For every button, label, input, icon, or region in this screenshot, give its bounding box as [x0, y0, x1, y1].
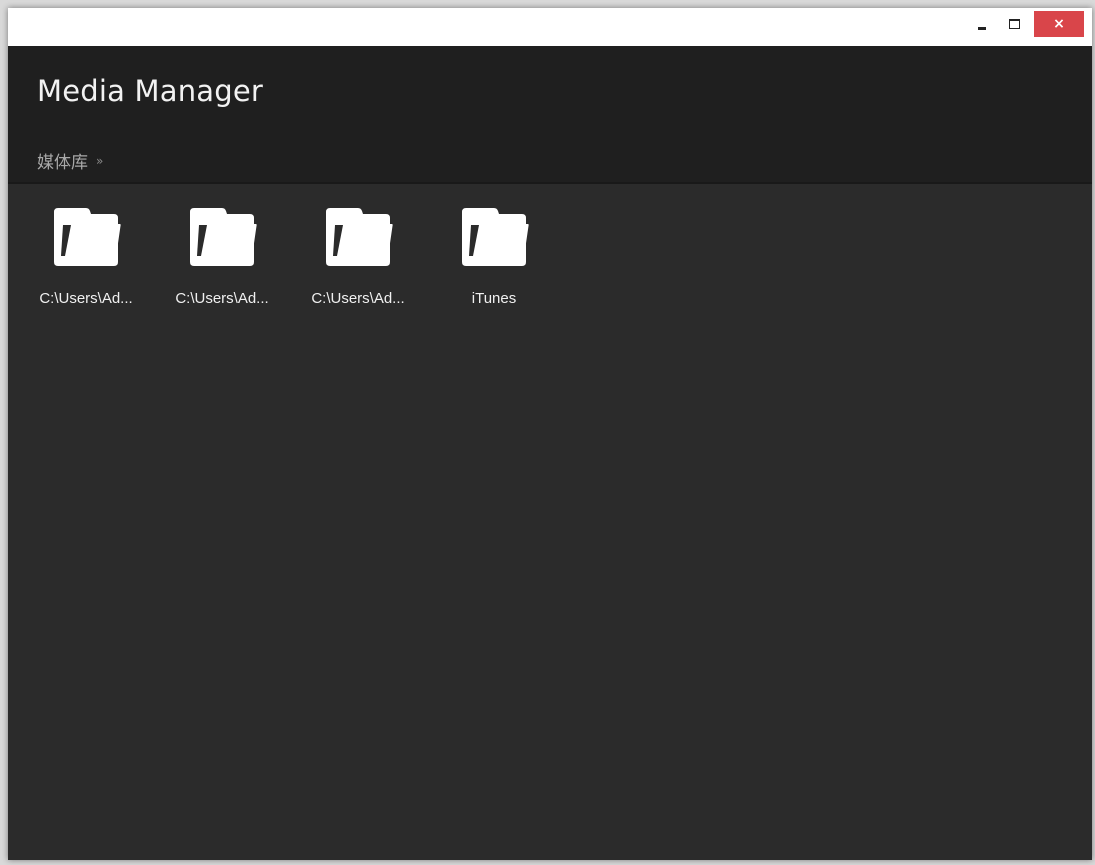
folder-label: C:\Users\Ad... [39, 290, 133, 307]
folder-tile-itunes[interactable]: iTunes [426, 206, 562, 307]
minimize-button[interactable] [966, 11, 998, 37]
folder-icon [54, 208, 121, 266]
maximize-icon [1008, 19, 1020, 29]
app-window: × Media Manager 媒体库 » C:\Users\Ad... C:\… [8, 8, 1092, 860]
folder-tile[interactable]: C:\Users\Ad... [290, 206, 426, 307]
folder-icon [462, 208, 529, 266]
folder-icon [190, 208, 257, 266]
page-title: Media Manager [37, 74, 264, 108]
breadcrumb: 媒体库 » [37, 148, 103, 173]
close-icon: × [1053, 16, 1065, 32]
close-button[interactable]: × [1034, 11, 1084, 37]
folder-label: iTunes [471, 290, 517, 307]
folder-tile[interactable]: C:\Users\Ad... [18, 206, 154, 307]
minimize-icon [978, 26, 986, 30]
breadcrumb-item-media-library[interactable]: 媒体库 [37, 148, 88, 173]
folder-icon [326, 208, 393, 266]
folder-label: C:\Users\Ad... [311, 290, 405, 307]
library-content: C:\Users\Ad... C:\Users\Ad... C:\Users\A… [8, 184, 1092, 860]
folder-grid: C:\Users\Ad... C:\Users\Ad... C:\Users\A… [18, 206, 562, 307]
title-bar[interactable]: × [8, 8, 1092, 46]
folder-label: C:\Users\Ad... [175, 290, 269, 307]
breadcrumb-separator: » [96, 153, 104, 168]
folder-tile[interactable]: C:\Users\Ad... [154, 206, 290, 307]
app-header: Media Manager 媒体库 » [8, 46, 1092, 184]
maximize-button[interactable] [998, 11, 1030, 37]
window-controls: × [966, 10, 1084, 38]
